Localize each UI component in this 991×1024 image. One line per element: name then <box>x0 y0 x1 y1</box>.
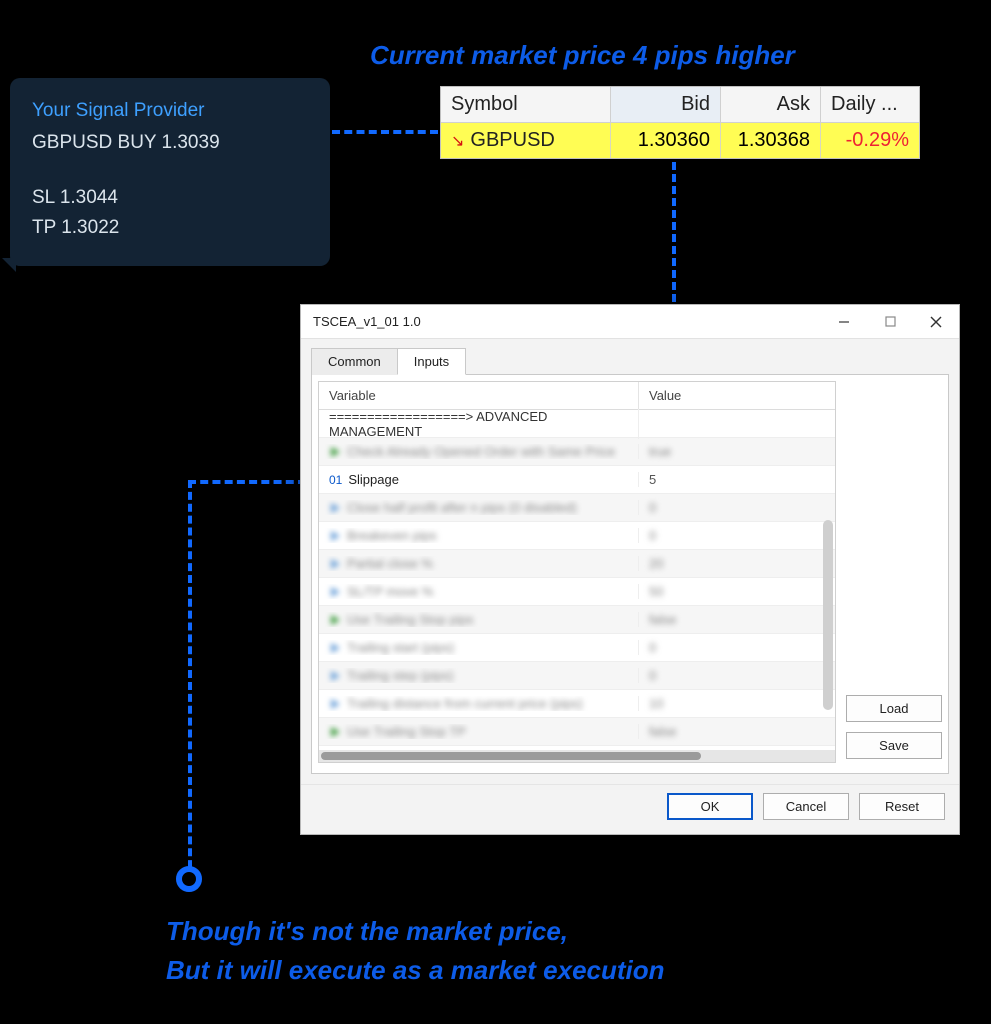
signal-sl: SL 1.3044 <box>32 183 308 213</box>
inputs-grid[interactable]: ==================> ADVANCED MANAGEMENT … <box>319 410 835 746</box>
tab-inputs[interactable]: Inputs <box>397 348 466 375</box>
horizontal-scrollbar[interactable] <box>319 750 835 762</box>
close-button[interactable] <box>913 305 959 339</box>
save-button[interactable]: Save <box>846 732 942 759</box>
row-value[interactable]: 5 <box>639 472 835 487</box>
ask-cell: 1.30368 <box>721 123 821 158</box>
grid-row-slippage[interactable]: 01 Slippage 5 <box>319 466 835 494</box>
maximize-button[interactable] <box>867 305 913 339</box>
connector-line <box>332 130 438 134</box>
col-symbol: Symbol <box>441 87 611 123</box>
price-row-gbpusd[interactable]: ↘ GBPUSD 1.30360 1.30368 -0.29% <box>441 123 919 158</box>
tab-bar: Common Inputs <box>301 339 959 374</box>
ok-button[interactable]: OK <box>667 793 753 820</box>
window-title: TSCEA_v1_01 1.0 <box>313 314 821 329</box>
tab-common[interactable]: Common <box>311 348 398 375</box>
daily-cell: -0.29% <box>821 123 919 158</box>
param-icon <box>329 446 341 458</box>
minimize-button[interactable] <box>821 305 867 339</box>
grid-row-blurred[interactable]: Use Trailing Stop TPfalse <box>319 718 835 746</box>
ea-settings-dialog: TSCEA_v1_01 1.0 Common Inputs Variable V… <box>300 304 960 835</box>
col-ask: Ask <box>721 87 821 123</box>
grid-section-header: ==================> ADVANCED MANAGEMENT <box>319 410 835 438</box>
grid-header-variable: Variable <box>319 382 639 409</box>
signal-order: GBPUSD BUY 1.3039 <box>32 128 308 158</box>
load-button[interactable]: Load <box>846 695 942 722</box>
connector-ring-icon <box>176 866 202 892</box>
grid-header-value: Value <box>639 382 835 409</box>
row-index: 01 <box>329 473 342 487</box>
grid-row-blurred[interactable]: Use Trailing Stop pipsfalse <box>319 606 835 634</box>
grid-row-blurred[interactable]: Trailing distance from current price (pi… <box>319 690 835 718</box>
titlebar[interactable]: TSCEA_v1_01 1.0 <box>301 305 959 339</box>
grid-row-blurred[interactable]: Close half profit after n pips (0 disabl… <box>319 494 835 522</box>
signal-title: Your Signal Provider <box>32 96 308 126</box>
col-bid: Bid <box>611 87 721 123</box>
grid-row-blurred[interactable]: Check Already Opened Order with Same Pri… <box>319 438 835 466</box>
grid-row-blurred[interactable]: Trailing start (pips)0 <box>319 634 835 662</box>
annotation-bottom: Though it's not the market price, But it… <box>166 912 665 990</box>
connector-line <box>672 162 676 302</box>
signal-tp: TP 1.3022 <box>32 213 308 243</box>
symbol-cell: GBPUSD <box>470 129 554 152</box>
col-daily: Daily ... <box>821 87 919 123</box>
cancel-button[interactable]: Cancel <box>763 793 849 820</box>
market-price-table: Symbol Bid Ask Daily ... ↘ GBPUSD 1.30360… <box>440 86 920 159</box>
grid-row-blurred[interactable]: Partial close %20 <box>319 550 835 578</box>
annotation-top: Current market price 4 pips higher <box>370 40 795 71</box>
reset-button[interactable]: Reset <box>859 793 945 820</box>
signal-provider-box: Your Signal Provider GBPUSD BUY 1.3039 S… <box>10 78 330 266</box>
grid-row-blurred[interactable]: Trailing step (pips)0 <box>319 662 835 690</box>
grid-row-blurred[interactable]: Breakeven pips0 <box>319 522 835 550</box>
grid-row-blurred[interactable]: SL/TP move %50 <box>319 578 835 606</box>
connector-line <box>188 480 192 880</box>
vertical-scrollbar[interactable] <box>823 520 833 710</box>
row-label: Slippage <box>348 472 399 487</box>
connector-line <box>188 480 306 484</box>
bid-cell: 1.30360 <box>611 123 721 158</box>
down-arrow-icon: ↘ <box>451 131 464 151</box>
